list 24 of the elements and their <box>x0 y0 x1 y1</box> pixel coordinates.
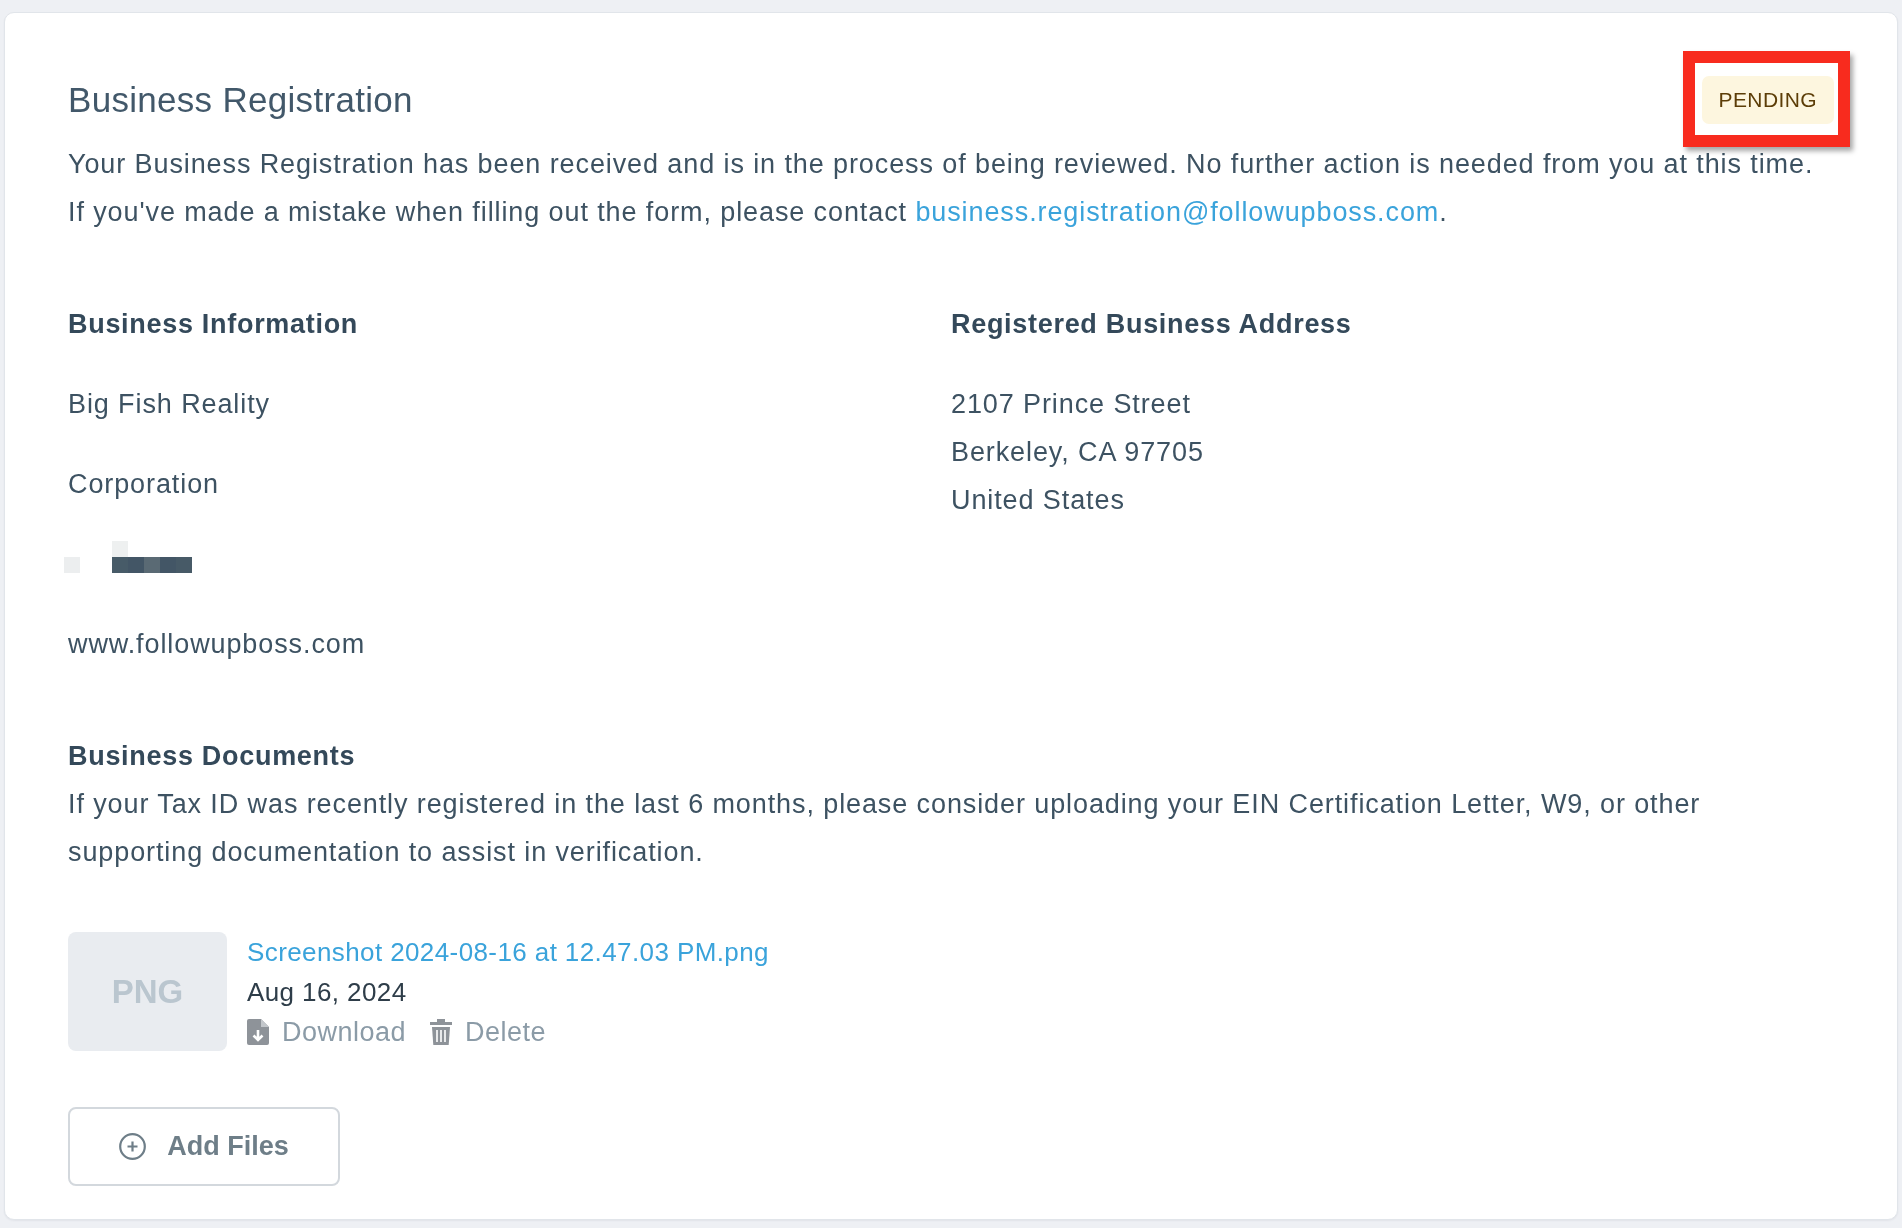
section-heading: Registered Business Address <box>951 308 1353 341</box>
add-files-button[interactable]: Add Files <box>68 1107 340 1186</box>
info-text: www.followupboss.com <box>68 628 367 661</box>
status-badge: PENDING <box>1701 76 1834 124</box>
download-icon <box>247 1019 269 1045</box>
info-text: Big Fish Reality <box>68 388 271 421</box>
contact-text: If you've made a mistake when filling out the form, please contact business.registration@followupboss.com. <box>68 196 1449 229</box>
address-line: 2107 Prince Street <box>951 388 1192 421</box>
trash-icon <box>430 1019 453 1045</box>
email-link[interactable]: business.registration@followupboss.com <box>915 197 1440 227</box>
address-line: United States <box>951 484 1126 517</box>
section-heading: Business Documents <box>68 740 357 773</box>
file-link[interactable]: Screenshot 2024-08-16 at 12.47.03 PM.png <box>247 932 769 972</box>
pixelated-redaction-icon <box>64 541 192 573</box>
page-title: Business Registration <box>68 79 413 121</box>
file-date: Aug 16, 2024 <box>247 976 407 1009</box>
section-heading: Business Information <box>68 308 360 341</box>
plus-circle-icon <box>119 1133 147 1160</box>
documents-description: If your Tax ID was recently registered in the last 6 months, please consider uploading your EIN Certification Letter, W9, or other supporting documentation to assist in verification. <box>68 788 1702 869</box>
address-line: Berkeley, CA 97705 <box>951 436 1205 469</box>
delete-button[interactable]: Delete <box>430 1012 547 1052</box>
download-button[interactable]: Download <box>247 1012 407 1052</box>
info-text: Corporation <box>68 468 220 501</box>
intro-text: Your Business Registration has been received and is in the process of being reviewed. No further action is needed from you at this time. <box>68 148 1815 181</box>
